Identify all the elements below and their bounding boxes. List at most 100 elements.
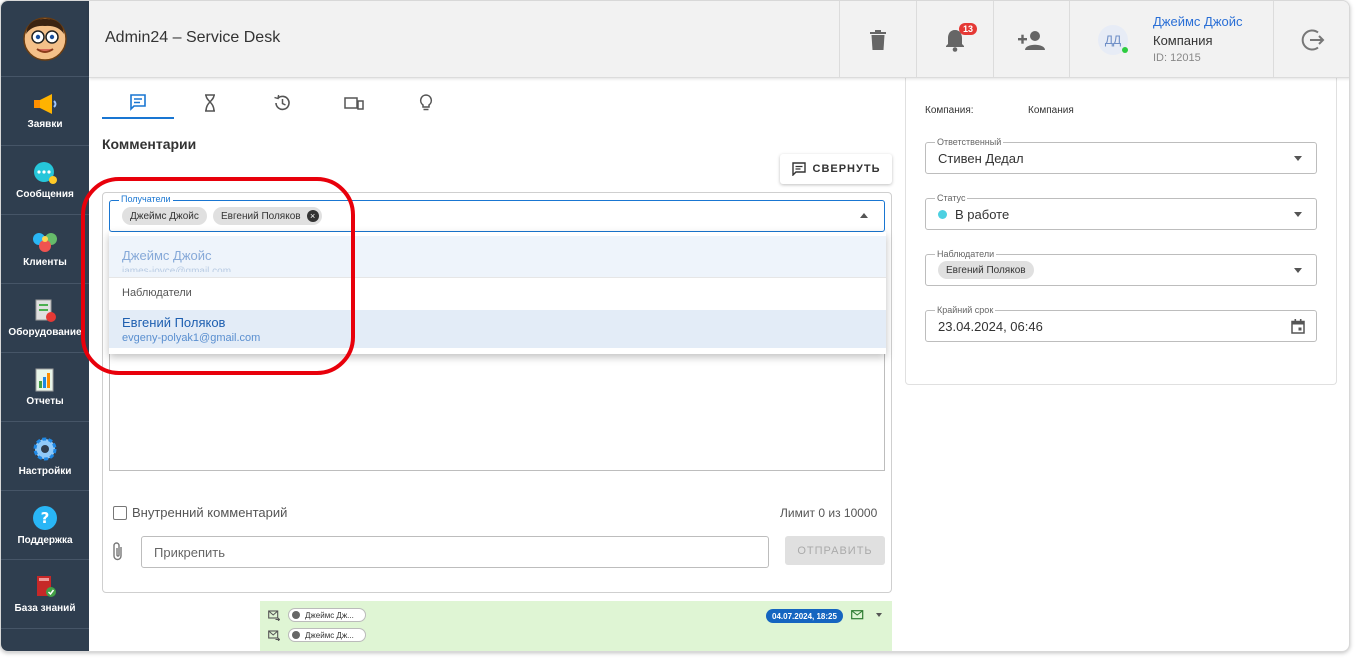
sidebar-item-label: Поддержка [17,535,73,546]
sidebar-item-equipment[interactable]: Оборудование [1,285,89,353]
comment-textarea[interactable] [109,346,885,471]
tab-history[interactable] [246,87,318,119]
user-icon [292,631,300,639]
equipment-icon [35,299,56,322]
dropdown-option-james-joyce[interactable]: Джеймс Джойс james-joyce@gmail.com [109,236,886,278]
chat-bubble-icon [34,162,57,184]
calendar-icon[interactable] [1291,319,1305,334]
comments-title: Комментарии [102,136,197,152]
add-user-button[interactable] [993,1,1069,78]
send-button[interactable]: ОТПРАВИТЬ [785,536,885,565]
status-value-wrap: В работе [938,207,1009,222]
tab-ideas[interactable] [390,87,462,119]
megaphone-icon [34,94,57,114]
message-recipient-name: Джеймс Дж... [305,630,354,640]
trash-icon [870,29,886,50]
tab-time[interactable] [174,87,246,119]
user-profile[interactable]: ДД Джеймс Джойс Компания ID: 12015 [1069,1,1274,78]
hourglass-icon [205,94,215,112]
recipients-dropdown: Джеймс Джойс james-joyce@gmail.com Наблю… [109,232,886,354]
sidebar-item-settings[interactable]: Настройки [1,423,89,491]
recipient-chip-label: Евгений Поляков [221,210,301,222]
mail-forward-icon [268,629,280,641]
lightbulb-icon [419,94,433,111]
attach-input[interactable]: Прикрепить [141,536,769,568]
sidebar-item-label: Настройки [18,466,72,477]
chevron-down-icon[interactable] [876,613,882,617]
sidebar-item-label: Клиенты [23,257,67,268]
company-label: Компания: [925,105,974,116]
tab-devices[interactable] [318,87,390,119]
collapse-label: СВЕРНУТЬ [812,163,881,175]
divider [109,277,886,278]
dropdown-option-evgeny-polyakov[interactable]: Евгений Поляков evgeny-polyak1@gmail.com [109,310,886,348]
close-icon[interactable]: × [306,210,319,222]
paperclip-icon [113,542,122,561]
logout-icon [1301,29,1324,50]
option-email: evgeny-polyak1@gmail.com [122,332,261,344]
internal-comment-label: Внутренний комментарий [132,505,288,520]
status-label: Статус [935,193,968,203]
sidebar-item-reports[interactable]: Отчеты [1,354,89,422]
sidebar-item-knowledge-base[interactable]: База знаний [1,561,89,629]
avatar-logo-icon [23,16,67,61]
app-title: Admin24 – Service Desk [105,29,281,46]
comment-icon [130,94,146,111]
report-icon [35,368,54,392]
option-email: james-joyce@gmail.com [122,266,232,272]
status-value: В работе [955,207,1010,222]
user-name: Джеймс Джойс [1153,14,1243,29]
comment-icon [791,162,806,176]
message-recipient-row: Джеймс Дж... [268,608,366,622]
user-id: ID: 12015 [1153,52,1201,64]
app-window: Заявки Сообщения Клиенты Оборудование От… [0,0,1350,652]
deadline-label: Крайний срок [935,305,996,315]
recipient-chip[interactable]: Евгений Поляков × [213,207,322,225]
recipient-chip[interactable]: Джеймс Джойс [122,207,207,225]
sidebar-item-requests[interactable]: Заявки [1,78,89,146]
mail-check-icon [851,610,864,620]
dropdown-group-label: Наблюдатели [122,287,192,299]
sidebar-item-messages[interactable]: Сообщения [1,147,89,215]
watcher-chip[interactable]: Евгений Поляков [938,261,1034,279]
sidebar-item-label: Сообщения [16,189,74,200]
notification-count-badge: 13 [959,23,978,35]
header: Admin24 – Service Desk 13 ДД Джеймс Джой… [89,1,1349,78]
company-value: Компания [1028,105,1074,116]
chevron-up-icon[interactable] [860,213,868,218]
notifications-button[interactable]: 13 [916,1,993,78]
message-card: Джеймс Дж... Джеймс Дж... 04.07.2024, 18… [260,601,892,651]
sidebar-item-clients[interactable]: Клиенты [1,216,89,284]
watchers-label: Наблюдатели [935,249,997,259]
logout-button[interactable] [1273,1,1349,78]
message-recipient-row: Джеймс Дж... [268,628,366,642]
deadline-value: 23.04.2024, 06:46 [938,319,1043,334]
internal-comment-toggle[interactable]: Внутренний комментарий [113,505,287,520]
devices-icon [344,97,364,110]
delete-button[interactable] [839,1,916,78]
sidebar: Заявки Сообщения Клиенты Оборудование От… [1,1,89,651]
mail-forward-icon [268,609,280,621]
message-date-badge: 04.07.2024, 18:25 [766,609,843,623]
internal-comment-checkbox[interactable] [113,505,127,520]
online-status-dot [1122,47,1128,53]
user-company: Компания [1153,33,1213,48]
message-recipient-chip[interactable]: Джеймс Дж... [288,608,366,622]
tab-comments[interactable] [102,87,174,119]
add-user-icon [1017,30,1045,50]
sidebar-item-label: База знаний [14,603,76,614]
chevron-down-icon [1294,268,1302,273]
logo[interactable] [1,1,89,77]
user-icon [292,611,300,619]
gear-icon [33,437,57,461]
sidebar-item-label: Отчеты [26,396,64,407]
status-select[interactable]: В работе [925,198,1317,230]
option-name: Джеймс Джойс [122,248,212,263]
collapse-button[interactable]: СВЕРНУТЬ [780,154,892,184]
message-recipient-name: Джеймс Дж... [305,610,354,620]
attach-button[interactable] [111,541,125,568]
sidebar-item-support[interactable]: ? Поддержка [1,492,89,560]
history-icon [274,94,290,111]
message-recipient-chip[interactable]: Джеймс Дж... [288,628,366,642]
sidebar-item-label: Оборудование [8,327,82,338]
